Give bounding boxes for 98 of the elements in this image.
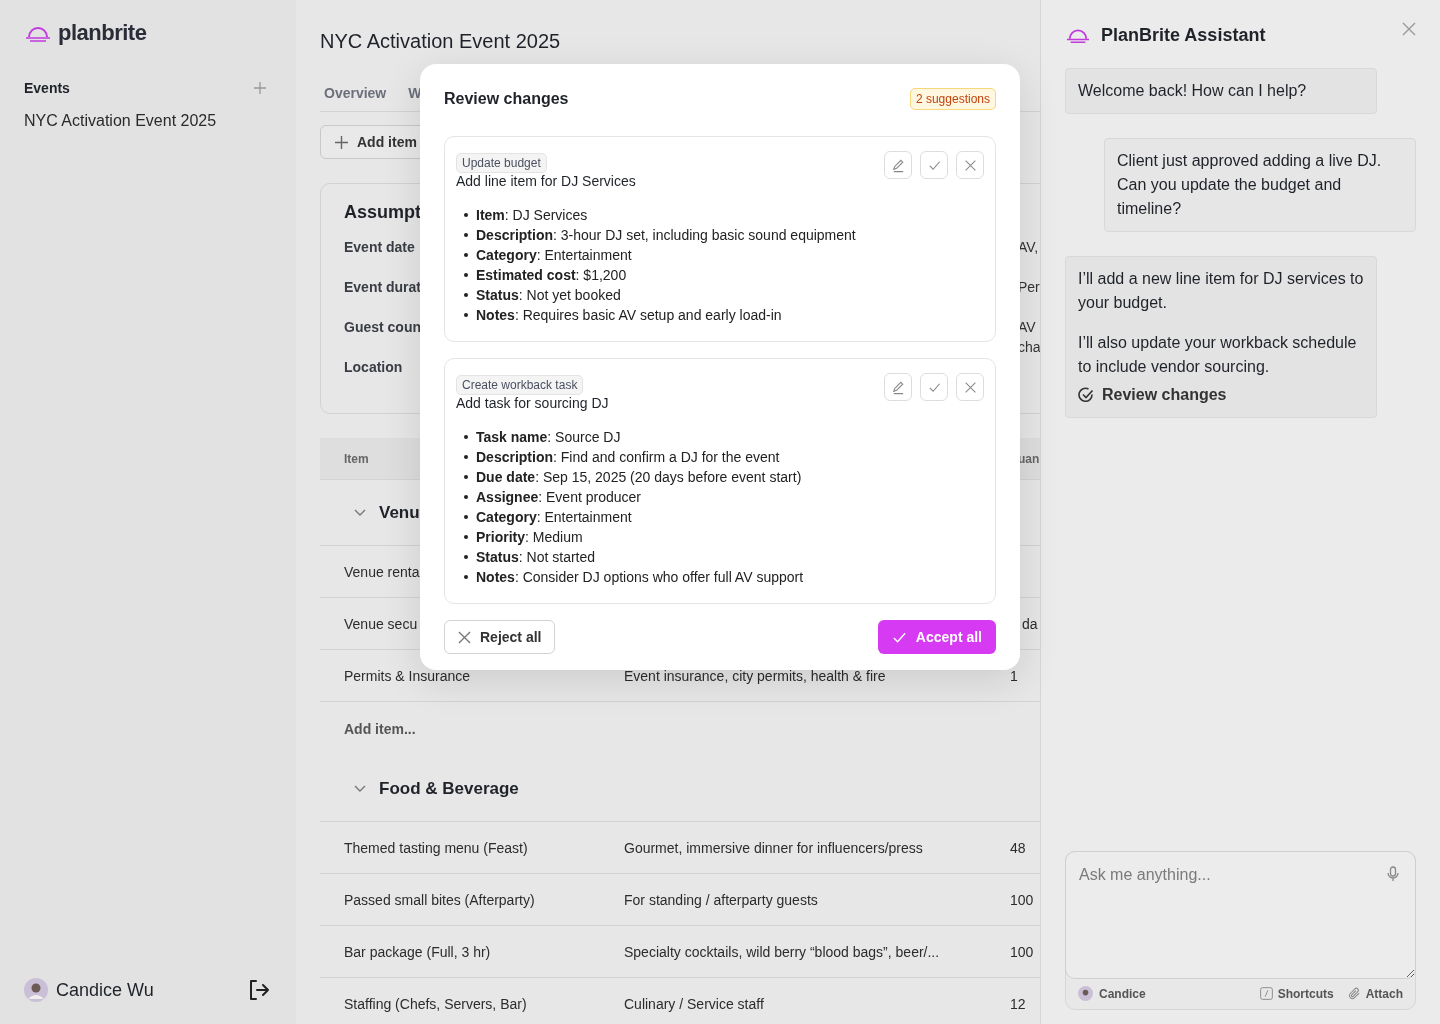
field-text: Description: 3-hour DJ set, including basic sound equipment xyxy=(476,226,856,245)
bullet-dot xyxy=(464,535,468,539)
bullet-dot xyxy=(464,313,468,317)
table-cell: da xyxy=(1022,615,1038,632)
bullet-dot xyxy=(464,495,468,499)
user-name: Candice xyxy=(1099,986,1146,1001)
field-text: Estimated cost: $1,200 xyxy=(476,266,627,285)
table-cell: Gourmet, immersive dinner for influencers/press xyxy=(624,839,923,856)
user-name: Candice Wu xyxy=(56,979,155,1001)
section-title: Events xyxy=(24,80,70,96)
table-cell: 1 xyxy=(1010,667,1018,684)
attach-button[interactable]: Attach xyxy=(1347,986,1403,1001)
bullet-dot xyxy=(464,555,468,559)
accept-all-button[interactable]: Accept all xyxy=(877,620,996,654)
bullet-dot xyxy=(464,293,468,297)
field-text: Assignee: Event producer xyxy=(476,488,641,507)
field-text: Due date: Sep 15, 2025 (20 days before event start) xyxy=(476,468,802,487)
assumption-label: Event date xyxy=(344,238,415,255)
dialog-title: Review changes xyxy=(444,90,569,108)
column-header: Item xyxy=(344,451,369,466)
close-icon xyxy=(963,380,977,394)
add-item-link[interactable]: Add item... xyxy=(344,721,416,737)
message-text: I’ll also update your workback schedule to include vendor sourcing. xyxy=(1078,333,1358,377)
field-text: Description: Find and confirm a DJ for the event xyxy=(476,448,780,467)
slash-key-icon xyxy=(1259,987,1273,1000)
table-cell: Event insurance, city permits, health & fire xyxy=(624,667,886,684)
close-icon xyxy=(458,630,471,644)
pencil-icon xyxy=(890,157,906,173)
suggestion-title: Add line item for DJ Services xyxy=(456,173,637,189)
table-cell: 48 xyxy=(1010,839,1026,856)
add-icon[interactable] xyxy=(254,82,266,94)
pencil-icon xyxy=(890,379,906,395)
table-cell: 100 xyxy=(1010,891,1034,908)
suggestion-tag: Update budget xyxy=(456,153,547,173)
table-cell: Staffing (Chefs, Servers, Bar) xyxy=(344,995,527,1012)
table-cell: 12 xyxy=(1010,995,1026,1012)
table-cell: 100 xyxy=(1010,943,1034,960)
field-text: Item: DJ Services xyxy=(476,206,588,225)
bullet-dot xyxy=(464,575,468,579)
field-text: Category: Entertainment xyxy=(476,246,632,265)
reject-button[interactable] xyxy=(956,151,984,179)
review-changes-link[interactable]: Review changes xyxy=(1078,383,1364,407)
bullet-dot xyxy=(464,273,468,277)
bullet-dot xyxy=(464,253,468,257)
bullet-dot xyxy=(464,515,468,519)
logout-icon[interactable] xyxy=(248,979,270,1001)
tab[interactable]: Overview xyxy=(324,85,387,101)
message-text: Welcome back! How can I help? xyxy=(1078,81,1308,101)
table-cell: Permits & Insurance xyxy=(344,667,471,684)
bullet-dot xyxy=(464,213,468,217)
bullet-dot xyxy=(464,233,468,237)
table-cell: Passed small bites (Afterparty) xyxy=(344,891,535,908)
paperclip-icon xyxy=(1347,987,1361,1000)
table-cell: Specialty cocktails, wild berry “blood bags”, beer/... xyxy=(624,943,940,960)
message-text: I’ll add a new line item for DJ services to your budget. xyxy=(1078,269,1364,313)
check-circle-icon xyxy=(1078,387,1094,403)
plus-icon xyxy=(335,135,348,149)
table-cell: Culinary / Service staff xyxy=(624,995,764,1012)
close-icon xyxy=(963,158,977,172)
avatar xyxy=(24,978,48,1002)
assistant-title: PlanBrite Assistant xyxy=(1101,24,1267,46)
field-text: Task name: Source DJ xyxy=(476,428,621,447)
reject-button[interactable] xyxy=(956,373,984,401)
bullet-dot xyxy=(464,435,468,439)
reject-all-button[interactable]: Reject all xyxy=(444,620,556,654)
suggestion-tag: Create workback task xyxy=(456,375,584,395)
avatar xyxy=(1078,986,1093,1001)
edit-button[interactable] xyxy=(884,373,912,401)
table-cell: Venue secu xyxy=(344,615,418,632)
card-title: Assumpt xyxy=(344,202,421,223)
field-text: Notes: Consider DJ options who offer full AV support xyxy=(476,568,804,587)
assumption-label: Location xyxy=(344,358,403,375)
chat-input[interactable]: Ask me anything... xyxy=(1066,852,1415,978)
field-text: Status: Not started xyxy=(476,548,596,567)
group-title: Venu xyxy=(379,502,420,523)
assumption-label: Event durat xyxy=(344,278,421,295)
field-text: Status: Not yet booked xyxy=(476,286,621,305)
table-cell: Themed tasting menu (Feast) xyxy=(344,839,528,856)
bullet-dot xyxy=(464,475,468,479)
field-text: Category: Entertainment xyxy=(476,508,632,527)
close-icon[interactable] xyxy=(1402,22,1416,36)
edit-button[interactable] xyxy=(884,151,912,179)
table-cell: Venue renta xyxy=(344,563,420,580)
microphone-icon[interactable] xyxy=(1387,866,1399,882)
assumption-label: Guest coun xyxy=(344,318,421,335)
logo-text: planbrite xyxy=(58,20,147,46)
field-text: Priority: Medium xyxy=(476,528,583,547)
bullet-dot xyxy=(464,455,468,459)
message-text: Client just approved adding a live DJ. Can you update the budget and timeline? xyxy=(1117,151,1383,219)
field-text: Notes: Requires basic AV setup and early load-in xyxy=(476,306,782,325)
group-title: Food & Beverage xyxy=(379,778,519,799)
shortcuts-button[interactable]: Shortcuts xyxy=(1259,986,1334,1001)
suggestion-title: Add task for sourcing DJ xyxy=(456,395,610,411)
event-item[interactable]: NYC Activation Event 2025 xyxy=(24,112,272,130)
table-cell: Bar package (Full, 3 hr) xyxy=(344,943,491,960)
suggestions-badge: 2 suggestions xyxy=(909,88,996,110)
table-cell: For standing / afterparty guests xyxy=(624,891,818,908)
page-title: NYC Activation Event 2025 xyxy=(320,30,562,53)
